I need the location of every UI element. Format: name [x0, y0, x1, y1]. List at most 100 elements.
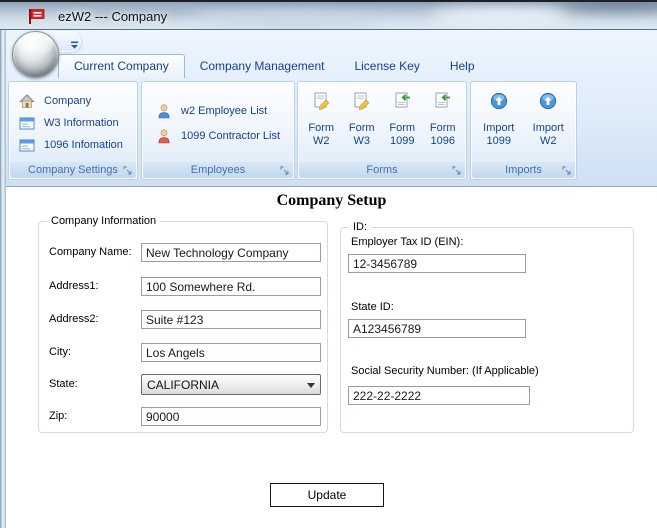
document-arrow-icon	[393, 91, 412, 111]
person-red-icon	[156, 128, 172, 144]
group-caption-employees: Employees	[143, 162, 293, 178]
group-caption-label: Imports	[505, 164, 542, 176]
import-up-icon	[490, 91, 508, 111]
ein-label: Employer Tax ID (EIN):	[351, 236, 464, 248]
main-content: Company Setup Company Information Compan…	[6, 188, 657, 528]
ribbon-button-form-1099[interactable]: Form 1099	[382, 88, 423, 148]
ribbon-button-label-line2: W2	[313, 135, 330, 147]
ribbon-button-label-line1: Form	[389, 122, 416, 134]
company-name-input[interactable]	[141, 243, 321, 262]
application-menu-button[interactable]	[12, 31, 59, 78]
person-blue-icon	[156, 103, 172, 119]
groupbox-legend: ID:	[349, 221, 372, 233]
ribbon-group-imports: Import 1099 Import W2 Imports	[470, 81, 577, 180]
ribbon-button-form-w3[interactable]: Form W3	[342, 88, 383, 148]
tab-license-key[interactable]: License Key	[339, 55, 434, 78]
city-label: City:	[49, 346, 71, 358]
ribbon-tab-strip: Current Company Company Management Licen…	[6, 54, 657, 78]
address1-input[interactable]	[141, 277, 321, 296]
ssn-input[interactable]	[348, 386, 530, 405]
group-caption-company-settings: Company Settings	[10, 162, 136, 178]
update-button[interactable]: Update	[270, 483, 384, 507]
ribbon-item-company[interactable]: Company	[19, 93, 123, 109]
city-input[interactable]	[141, 343, 321, 362]
title-bar[interactable]: ezW2 --- Company	[0, 0, 657, 30]
tab-company-management[interactable]: Company Management	[185, 55, 340, 78]
ribbon-button-label-line2: 1099	[486, 135, 511, 147]
tab-label: Current Company	[74, 59, 169, 73]
glass-blur-decoration	[200, 14, 380, 28]
ribbon: Company W3 Information 1096 Infomation C…	[6, 78, 657, 186]
group-caption-label: Forms	[366, 164, 398, 176]
house-icon	[19, 93, 35, 109]
tab-label: Help	[449, 59, 475, 73]
ribbon-button-label-line2: 1099	[390, 135, 415, 147]
ribbon-button-label-line1: Form	[308, 122, 335, 134]
ribbon-button-import-w2[interactable]: Import W2	[528, 88, 569, 148]
state-id-label: State ID:	[351, 301, 394, 313]
ribbon-button-label-line2: W2	[540, 135, 557, 147]
chevron-down-icon	[307, 382, 315, 392]
ribbon-button-label-line1: Import	[532, 122, 564, 134]
page-title: Company Setup	[276, 192, 387, 209]
groupbox-legend: Company Information	[47, 215, 161, 227]
document-pencil-icon	[352, 91, 371, 111]
ssn-label: Social Security Number: (If Applicable)	[351, 365, 539, 377]
glass-blur-decoration	[560, 2, 657, 10]
document-arrow-icon	[433, 91, 452, 111]
ribbon-item-w3-information[interactable]: W3 Information	[19, 115, 123, 131]
ribbon-button-label-line1: Import	[483, 122, 515, 134]
state-label: State:	[49, 378, 78, 390]
company-name-label: Company Name:	[49, 246, 132, 258]
group-caption-forms: Forms	[299, 162, 465, 178]
ribbon-button-import-1099[interactable]: Import 1099	[478, 88, 519, 148]
dialog-launcher-icon[interactable]	[452, 165, 462, 175]
group-caption-imports: Imports	[472, 162, 575, 178]
ribbon-button-label-line1: Form	[429, 122, 456, 134]
ribbon-button-label-line1: Form	[348, 122, 375, 134]
import-up-icon	[539, 91, 557, 111]
address2-input[interactable]	[141, 310, 321, 329]
dialog-launcher-icon[interactable]	[280, 165, 290, 175]
ribbon-group-employees: w2 Employee List 1099 Contractor List Em…	[141, 81, 295, 180]
address2-label: Address2:	[49, 313, 99, 325]
ribbon-button-form-w2[interactable]: Form W2	[301, 88, 342, 148]
ribbon-item-1096-information[interactable]: 1096 Infomation	[19, 137, 123, 153]
zip-input[interactable]	[141, 407, 321, 426]
ribbon-item-label: 1096 Infomation	[44, 139, 123, 151]
group-caption-label: Company Settings	[28, 164, 118, 176]
ribbon-item-label: w2 Employee List	[181, 105, 268, 117]
ribbon-button-label-line2: 1096	[430, 135, 455, 147]
company-information-groupbox: Company Information Company Name: Addres…	[38, 215, 328, 433]
state-select-value: CALIFORNIA	[147, 377, 220, 392]
tab-current-company[interactable]: Current Company	[58, 54, 185, 78]
state-id-input[interactable]	[348, 319, 526, 338]
tab-label: License Key	[354, 59, 420, 73]
ribbon-group-company-settings: Company W3 Information 1096 Infomation C…	[8, 81, 138, 180]
ribbon-item-w2-employee-list[interactable]: w2 Employee List	[156, 103, 280, 119]
ribbon-item-label: Company	[44, 95, 92, 107]
ribbon-button-form-1096[interactable]: Form 1096	[423, 88, 464, 148]
ribbon-item-label: 1099 Contractor List	[181, 130, 281, 142]
zip-label: Zip:	[49, 410, 68, 422]
tab-help[interactable]: Help	[435, 55, 490, 78]
qat-customize-icon[interactable]	[70, 37, 79, 49]
window-title: ezW2 --- Company	[58, 9, 168, 24]
state-select[interactable]: CALIFORNIA	[141, 374, 321, 395]
ribbon-group-forms: Form W2 Form W3 Form 1099 Form 1096 Form…	[297, 81, 467, 180]
form-card-icon	[19, 137, 35, 153]
dialog-launcher-icon[interactable]	[562, 165, 572, 175]
ribbon-item-label: W3 Information	[44, 117, 119, 129]
tab-label: Company Management	[199, 59, 325, 73]
glass-blur-decoration	[430, 8, 570, 26]
ein-input[interactable]	[348, 254, 526, 273]
ribbon-item-1099-contractor-list[interactable]: 1099 Contractor List	[156, 128, 280, 144]
form-card-icon	[19, 115, 35, 131]
app-icon	[27, 8, 47, 25]
ribbon-button-label-line2: W3	[353, 135, 371, 147]
id-groupbox: ID: Employer Tax ID (EIN): State ID: Soc…	[340, 221, 634, 433]
app-window: ezW2 --- Company Current Company Company…	[0, 0, 657, 528]
document-pencil-icon	[312, 91, 331, 111]
dialog-launcher-icon[interactable]	[123, 165, 133, 175]
group-caption-label: Employees	[190, 164, 246, 176]
